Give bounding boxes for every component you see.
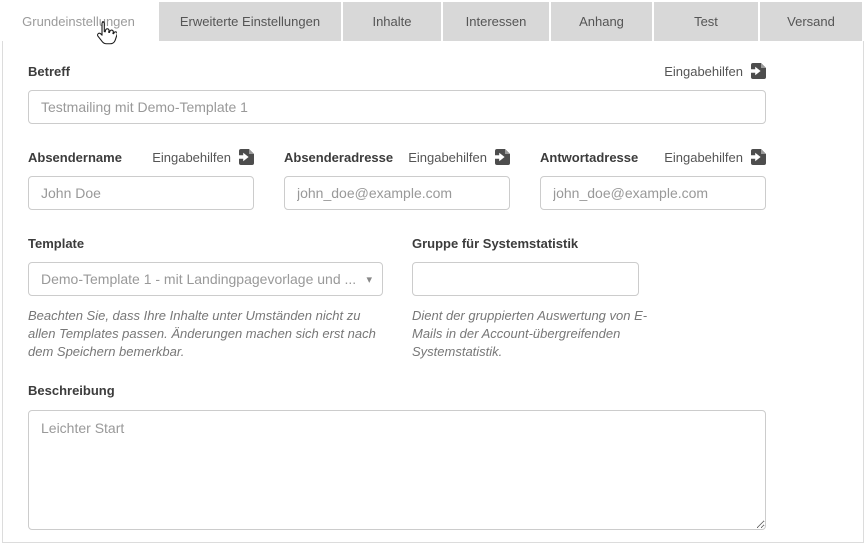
tab-label: Inhalte bbox=[372, 14, 411, 29]
eingabehilfen-label: Eingabehilfen bbox=[152, 150, 231, 165]
antwortadresse-field: Antwortadresse Eingabehilfen bbox=[540, 149, 766, 210]
tab-erweiterte-einstellungen[interactable]: Erweiterte Einstellungen bbox=[159, 2, 341, 41]
eingabehilfen-label: Eingabehilfen bbox=[664, 64, 743, 79]
absendername-eingabehilfen-link[interactable]: Eingabehilfen bbox=[152, 149, 254, 165]
betreff-label: Betreff bbox=[28, 64, 70, 79]
template-row: Template Demo-Template 1 - mit Landingpa… bbox=[28, 235, 766, 361]
tab-grundeinstellungen[interactable]: Grundeinstellungen bbox=[0, 2, 157, 41]
sender-row: Absendername Eingabehilfen bbox=[28, 149, 766, 210]
tab-label: Versand bbox=[787, 14, 835, 29]
tab-bar: Grundeinstellungen Erweiterte Einstellun… bbox=[0, 2, 866, 41]
mailing-settings-window: Grundeinstellungen Erweiterte Einstellun… bbox=[0, 2, 866, 543]
antwortadresse-label: Antwortadresse bbox=[540, 150, 638, 165]
template-label: Template bbox=[28, 236, 84, 251]
beschreibung-field: Beschreibung Leichter Start bbox=[28, 382, 766, 535]
input-helper-import-icon bbox=[493, 149, 510, 165]
absendername-label: Absendername bbox=[28, 150, 122, 165]
tab-label: Erweiterte Einstellungen bbox=[180, 14, 320, 29]
gruppe-systemstatistik-input[interactable] bbox=[412, 262, 639, 296]
absendername-input[interactable] bbox=[28, 176, 254, 210]
antwortadresse-input[interactable] bbox=[540, 176, 766, 210]
antwortadresse-eingabehilfen-link[interactable]: Eingabehilfen bbox=[664, 149, 766, 165]
tab-label: Grundeinstellungen bbox=[22, 14, 135, 29]
tab-interessen[interactable]: Interessen bbox=[443, 2, 549, 41]
tab-inhalte[interactable]: Inhalte bbox=[343, 2, 441, 41]
template-select[interactable]: Demo-Template 1 - mit Landingpagevorlage… bbox=[28, 262, 383, 296]
absenderadresse-input[interactable] bbox=[284, 176, 510, 210]
chevron-down-icon: ▾ bbox=[366, 273, 372, 286]
gruppe-systemstatistik-note: Dient der gruppierten Auswertung von E-M… bbox=[412, 307, 660, 361]
absendername-field: Absendername Eingabehilfen bbox=[28, 149, 254, 210]
tab-anhang[interactable]: Anhang bbox=[551, 2, 652, 41]
absenderadresse-eingabehilfen-link[interactable]: Eingabehilfen bbox=[408, 149, 510, 165]
input-helper-import-icon bbox=[237, 149, 254, 165]
template-field: Template Demo-Template 1 - mit Landingpa… bbox=[28, 235, 383, 361]
grundeinstellungen-panel: Betreff Eingabehilfen Absendername bbox=[2, 41, 864, 543]
absenderadresse-field: Absenderadresse Eingabehilfen bbox=[284, 149, 510, 210]
tab-label: Anhang bbox=[579, 14, 624, 29]
absenderadresse-label: Absenderadresse bbox=[284, 150, 393, 165]
gruppe-systemstatistik-label: Gruppe für Systemstatistik bbox=[412, 236, 578, 251]
tab-label: Interessen bbox=[466, 14, 527, 29]
eingabehilfen-label: Eingabehilfen bbox=[408, 150, 487, 165]
input-helper-import-icon bbox=[749, 149, 766, 165]
gruppe-systemstatistik-field: Gruppe für Systemstatistik Dient der gru… bbox=[412, 235, 742, 361]
tab-versand[interactable]: Versand bbox=[760, 2, 862, 41]
template-selected-option: Demo-Template 1 - mit Landingpagevorlage… bbox=[41, 271, 356, 287]
beschreibung-label: Beschreibung bbox=[28, 383, 115, 398]
betreff-input[interactable] bbox=[28, 90, 766, 124]
betreff-header: Betreff Eingabehilfen bbox=[28, 63, 766, 79]
tab-test[interactable]: Test bbox=[654, 2, 758, 41]
eingabehilfen-label: Eingabehilfen bbox=[664, 150, 743, 165]
betreff-eingabehilfen-link[interactable]: Eingabehilfen bbox=[664, 63, 766, 79]
mailing-settings-form: Betreff Eingabehilfen Absendername bbox=[28, 63, 766, 535]
tab-label: Test bbox=[694, 14, 718, 29]
beschreibung-textarea[interactable]: Leichter Start bbox=[28, 410, 766, 530]
input-helper-import-icon bbox=[749, 63, 766, 79]
template-note: Beachten Sie, dass Ihre Inhalte unter Um… bbox=[28, 307, 390, 361]
